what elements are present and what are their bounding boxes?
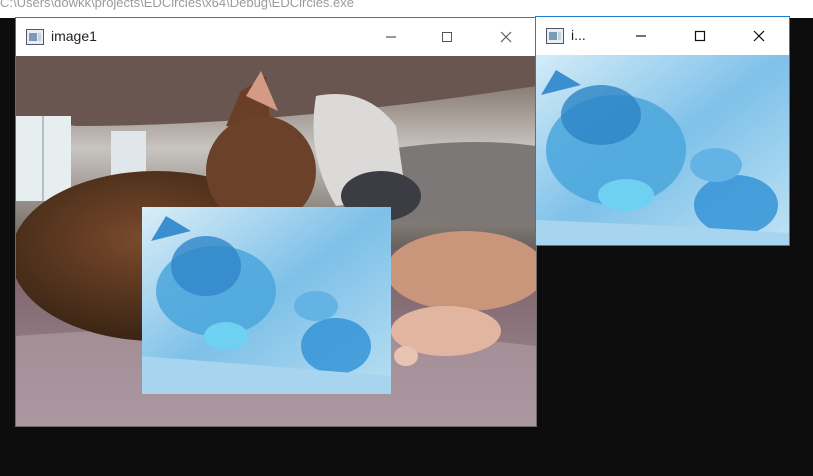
- close-button[interactable]: [483, 18, 529, 56]
- window-app-icon: [546, 28, 564, 49]
- image1-titlebar[interactable]: image1: [16, 18, 536, 56]
- close-button[interactable]: [736, 17, 782, 55]
- small-image-window[interactable]: i...: [535, 16, 790, 246]
- minimize-icon: [636, 35, 646, 37]
- window-title: i...: [571, 27, 586, 43]
- maximize-icon: [442, 32, 452, 42]
- small-window-titlebar[interactable]: i...: [536, 17, 789, 55]
- inverted-overlay: [142, 207, 391, 394]
- minimize-icon: [386, 36, 396, 38]
- maximize-icon: [694, 30, 706, 42]
- minimize-button[interactable]: [618, 17, 664, 55]
- minimize-button[interactable]: [368, 18, 414, 56]
- small-window-canvas: [536, 55, 789, 245]
- image1-window[interactable]: image1: [15, 17, 537, 427]
- close-icon: [500, 31, 512, 43]
- window-app-icon: [26, 29, 44, 50]
- maximize-button[interactable]: [677, 17, 723, 55]
- maximize-button[interactable]: [424, 18, 470, 56]
- close-icon: [753, 30, 765, 42]
- cat-photo: [16, 56, 536, 426]
- window-title: image1: [51, 28, 97, 44]
- inverted-cat-image: [536, 55, 789, 245]
- image1-canvas: [16, 56, 536, 426]
- console-title-text: C:\Users\dowkk\projects\EDCircles\x64\De…: [0, 0, 355, 10]
